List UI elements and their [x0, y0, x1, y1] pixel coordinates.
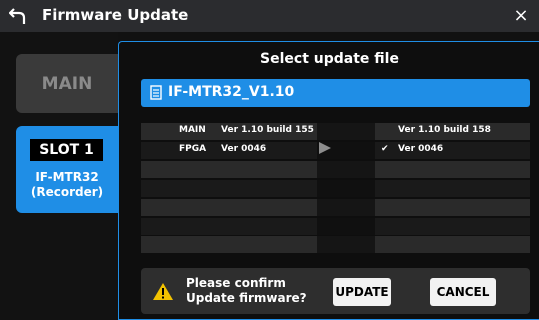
close-button[interactable]: ×: [509, 3, 533, 27]
slot1-device: IF-MTR32 (Recorder): [16, 170, 118, 200]
table-row: [141, 218, 530, 235]
confirm-line-1: Please confirm: [186, 276, 286, 290]
table-row: [141, 180, 530, 197]
table-row: [141, 199, 530, 216]
firmware-update-screen: Firmware Update × MAIN SLOT 1 IF-MTR32 (…: [0, 0, 539, 320]
warning-icon: [153, 283, 173, 300]
table-row: FPGA Ver 0046 ✔ Ver 0046: [141, 142, 530, 159]
slot1-tab-button[interactable]: SLOT 1 IF-MTR32 (Recorder): [16, 126, 118, 213]
current-version: Ver 0046: [221, 144, 267, 154]
slot1-device-name: IF-MTR32: [35, 170, 99, 184]
check-mark: ✔: [381, 144, 389, 154]
cancel-button[interactable]: CANCEL: [430, 278, 496, 306]
play-arrow-icon: [319, 142, 331, 154]
dialog-title: Select update file: [260, 51, 399, 67]
back-arrow-icon: [9, 8, 26, 24]
confirm-message: Please confirm Update firmware?: [186, 276, 307, 306]
confirm-bar: Please confirm Update firmware? UPDATE C…: [141, 268, 530, 314]
table-row: [141, 236, 530, 253]
confirm-line-2: Update firmware?: [186, 291, 307, 305]
current-version: Ver 1.10 build 155: [221, 125, 314, 135]
row-label: MAIN: [179, 125, 206, 135]
title-bar: Firmware Update ×: [0, 0, 539, 32]
back-button[interactable]: [0, 0, 36, 32]
slot1-label: SLOT 1: [30, 139, 103, 161]
main-tab-button[interactable]: MAIN: [16, 54, 118, 113]
update-file-selector[interactable]: IF-MTR32_V1.10: [141, 79, 530, 107]
update-button[interactable]: UPDATE: [333, 278, 391, 306]
row-label: FPGA: [179, 144, 207, 154]
table-row: MAIN Ver 1.10 build 155 Ver 1.10 build 1…: [141, 123, 530, 140]
slot1-device-type: (Recorder): [30, 185, 104, 199]
new-version: Ver 1.10 build 158: [398, 125, 491, 135]
main-tab-label: MAIN: [41, 73, 93, 94]
table-row: [141, 161, 530, 178]
page-title: Firmware Update: [42, 6, 189, 24]
close-icon: ×: [513, 4, 529, 26]
update-file-name: IF-MTR32_V1.10: [168, 84, 295, 100]
version-table: MAIN Ver 1.10 build 155 Ver 1.10 build 1…: [141, 123, 530, 253]
select-update-file-dialog: Select update file IF-MTR32_V1.10 MAIN V…: [118, 41, 539, 320]
new-version: Ver 0046: [398, 144, 444, 154]
document-icon: [150, 85, 162, 100]
